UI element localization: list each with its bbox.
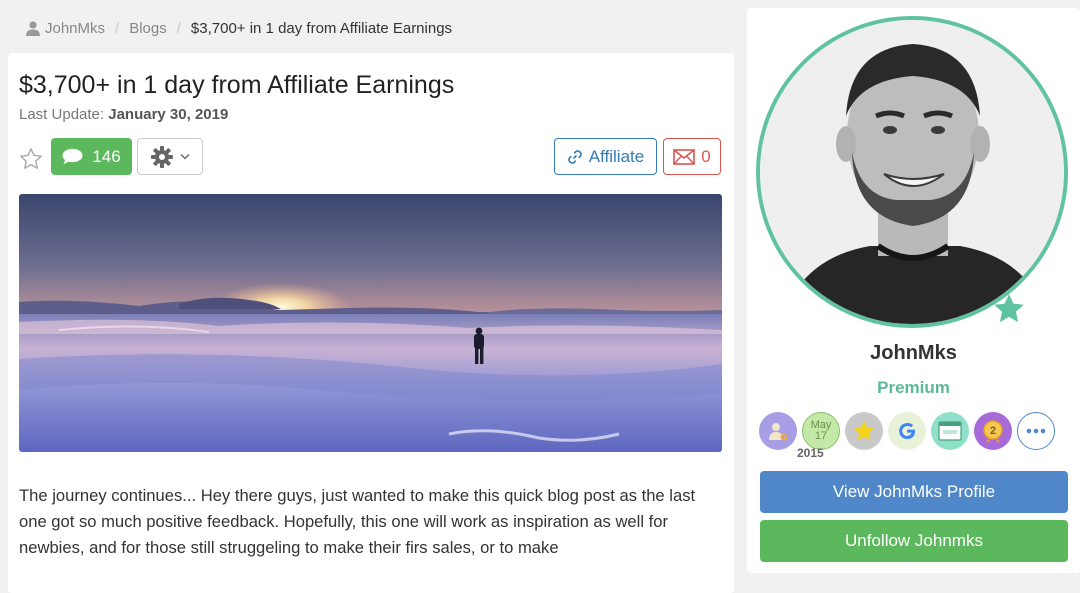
badge-more-button[interactable] bbox=[1017, 412, 1055, 450]
badge-year: 2015 bbox=[797, 446, 824, 460]
rank-2-icon: 2 bbox=[983, 420, 1003, 443]
badge-star[interactable] bbox=[845, 412, 883, 450]
breadcrumb-user-link[interactable]: JohnMks bbox=[26, 20, 105, 37]
favorite-star-icon[interactable] bbox=[19, 147, 43, 171]
badge-member-since[interactable]: May 17 bbox=[802, 412, 840, 450]
message-count: 0 bbox=[701, 146, 711, 166]
link-icon bbox=[567, 149, 582, 164]
avatar-photo bbox=[760, 20, 1064, 324]
badge-day: 17 bbox=[814, 430, 828, 442]
badge-row: May 17 2 bbox=[759, 412, 1055, 450]
unfollow-button[interactable]: Unfollow Johnmks bbox=[760, 520, 1068, 562]
badge-user-settings[interactable] bbox=[759, 412, 797, 450]
envelope-icon bbox=[673, 148, 696, 165]
affiliate-label: Affiliate bbox=[588, 146, 645, 166]
last-update-date: January 30, 2019 bbox=[108, 106, 229, 123]
settings-dropdown-button[interactable] bbox=[137, 138, 203, 175]
comment-count: 146 bbox=[92, 146, 121, 166]
website-icon bbox=[938, 421, 962, 441]
view-profile-button[interactable]: View JohnMks Profile bbox=[760, 471, 1068, 513]
badge-rank[interactable]: 2 bbox=[974, 412, 1012, 450]
user-settings-icon bbox=[769, 423, 788, 441]
page-title: $3,700+ in 1 day from Affiliate Earnings bbox=[19, 71, 455, 99]
badge-website[interactable] bbox=[931, 412, 969, 450]
membership-tier: Premium bbox=[877, 378, 950, 397]
last-update-label: Last Update: bbox=[19, 106, 105, 123]
badge-rank-number: 2 bbox=[990, 425, 996, 437]
affiliate-button[interactable]: Affiliate bbox=[554, 138, 657, 175]
more-icon bbox=[1026, 428, 1046, 434]
message-button[interactable]: 0 bbox=[663, 138, 721, 175]
post-body: The journey continues... Hey there guys,… bbox=[19, 486, 696, 557]
comment-bubble-icon bbox=[62, 148, 83, 165]
star-badge-icon bbox=[853, 421, 875, 441]
author-profile-card: JohnMks Premium May 17 2 2015 View JohnM… bbox=[747, 8, 1080, 573]
badge-google[interactable] bbox=[888, 412, 926, 450]
premium-star-icon bbox=[994, 294, 1024, 323]
user-icon bbox=[26, 21, 40, 36]
gear-icon bbox=[151, 145, 173, 168]
profile-username: JohnMks bbox=[870, 342, 957, 364]
breadcrumb-blogs-link[interactable]: Blogs bbox=[129, 20, 167, 37]
last-update: Last Update: January 30, 2019 bbox=[19, 106, 228, 123]
hero-image bbox=[19, 194, 722, 452]
chevron-down-icon bbox=[180, 154, 190, 160]
breadcrumb-current: $3,700+ in 1 day from Affiliate Earnings bbox=[190, 20, 453, 37]
comments-button[interactable]: 146 bbox=[51, 138, 132, 175]
google-icon bbox=[899, 423, 915, 439]
blog-post-card: $3,700+ in 1 day from Affiliate Earnings… bbox=[8, 53, 734, 593]
breadcrumb-separator: / bbox=[115, 20, 120, 37]
avatar[interactable] bbox=[756, 16, 1070, 330]
breadcrumb-user-label: JohnMks bbox=[45, 20, 106, 37]
breadcrumb: JohnMks / Blogs / $3,700+ in 1 day from … bbox=[26, 20, 452, 37]
breadcrumb-separator: / bbox=[176, 20, 181, 37]
